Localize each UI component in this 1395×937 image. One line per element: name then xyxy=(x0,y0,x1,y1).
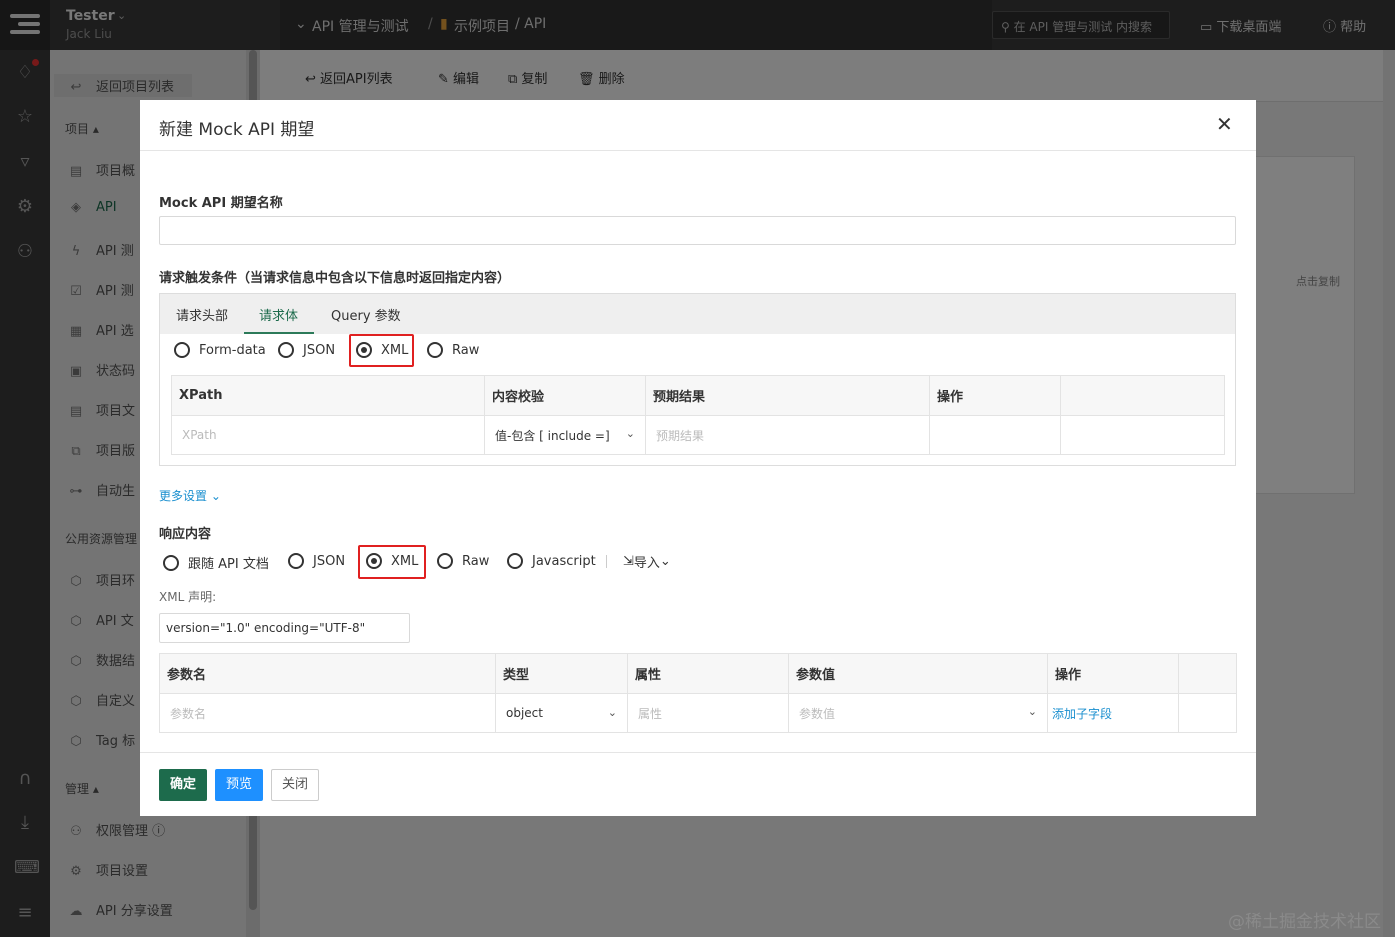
column-header: XPath xyxy=(171,375,485,416)
response-params-table: 参数名 类型 属性 参数值 操作 参数名 object ⌄ 属性 参数值 ⌄ 添加子… xyxy=(159,653,1237,733)
import-dropdown[interactable]: ⇲ 导入 ⌄ xyxy=(623,552,671,571)
import-icon: ⇲ xyxy=(623,554,634,569)
column-header xyxy=(1178,653,1237,694)
empty-cell xyxy=(1178,693,1237,733)
name-label: Mock API 期望名称 xyxy=(159,196,283,211)
confirm-button[interactable]: 确定 xyxy=(159,769,208,801)
radio-circle xyxy=(427,342,443,358)
trigger-tabs: 请求头部 请求体 Query 参数 xyxy=(160,294,1235,334)
close-icon[interactable]: ✕ xyxy=(1216,112,1233,136)
column-header: 类型 xyxy=(495,653,628,694)
radio-json[interactable]: JSON xyxy=(278,342,335,358)
column-header: 操作 xyxy=(1047,653,1179,694)
xpath-input[interactable]: XPath xyxy=(171,415,485,455)
radio-circle xyxy=(288,553,304,569)
trigger-label: 请求触发条件（当请求信息中包含以下信息时返回指定内容） xyxy=(159,271,511,286)
mock-api-modal: 新建 Mock API 期望 ✕ Mock API 期望名称 请求触发条件（当请… xyxy=(140,100,1256,816)
divider xyxy=(606,555,607,568)
column-header: 操作 xyxy=(929,375,1061,416)
more-settings-link[interactable]: 更多设置 ⌄ xyxy=(159,487,221,504)
radio-raw[interactable]: Raw xyxy=(427,342,479,358)
param-name-input[interactable]: 参数名 xyxy=(159,693,496,733)
modal-header: 新建 Mock API 期望 ✕ xyxy=(140,100,1256,151)
radio-raw[interactable]: Raw xyxy=(437,553,489,569)
mock-name-input[interactable] xyxy=(159,216,1236,245)
attr-input[interactable]: 属性 xyxy=(627,693,789,733)
radio-form-data[interactable]: Form-data xyxy=(174,342,266,358)
response-label: 响应内容 xyxy=(159,527,212,542)
add-child-field-link[interactable]: 添加子字段 xyxy=(1052,707,1112,721)
trigger-panel: 请求头部 请求体 Query 参数 Form-data JSON XML Raw… xyxy=(159,293,1236,466)
empty-cell xyxy=(1060,415,1225,455)
radio-circle xyxy=(163,554,179,571)
radio-circle xyxy=(437,553,453,569)
radio-circle xyxy=(174,342,190,358)
column-header: 内容校验 xyxy=(484,375,646,416)
xpath-table: XPath 内容校验 预期结果 操作 XPath 值-包含 [ include … xyxy=(171,375,1225,455)
expected-input[interactable]: 预期结果 xyxy=(645,415,930,455)
radio-circle xyxy=(507,553,523,569)
table-row: XPath 值-包含 [ include =] ⌄ 预期结果 xyxy=(171,415,1225,455)
modal-footer: 确定 预览 关闭 xyxy=(140,752,1256,816)
radio-follow-api-doc[interactable]: 跟随 API 文档 xyxy=(163,553,269,572)
radio-javascript[interactable]: Javascript xyxy=(507,553,596,569)
chevron-down-icon: ⌄ xyxy=(607,706,617,719)
watermark: @稀土掘金技术社区 xyxy=(1228,912,1381,932)
radio-circle xyxy=(278,342,294,358)
column-header: 预期结果 xyxy=(645,375,930,416)
chevron-down-icon: ⌄ xyxy=(625,426,635,440)
type-select[interactable]: object ⌄ xyxy=(495,693,628,733)
check-select[interactable]: 值-包含 [ include =] ⌄ xyxy=(484,415,646,455)
chevron-down-icon: ⌄ xyxy=(210,489,221,503)
xml-declaration-input[interactable]: version="1.0" encoding="UTF-8" xyxy=(159,613,410,643)
tab-query-params[interactable]: Query 参数 xyxy=(331,305,401,324)
radio-json[interactable]: JSON xyxy=(288,553,345,569)
tab-request-body[interactable]: 请求体 xyxy=(259,305,298,324)
column-header: 属性 xyxy=(627,653,789,694)
preview-button[interactable]: 预览 xyxy=(215,769,264,801)
action-cell: 添加子字段 xyxy=(1047,693,1179,733)
column-header xyxy=(1060,375,1225,416)
chevron-down-icon: ⌄ xyxy=(659,554,671,569)
highlight-box xyxy=(349,334,414,367)
tab-request-headers[interactable]: 请求头部 xyxy=(176,305,228,324)
column-header: 参数值 xyxy=(788,653,1048,694)
param-value-select[interactable]: 参数值 ⌄ xyxy=(788,693,1048,733)
column-header: 参数名 xyxy=(159,653,496,694)
xml-declaration-label: XML 声明: xyxy=(159,590,217,604)
highlight-box xyxy=(358,545,426,579)
table-row: 参数名 object ⌄ 属性 参数值 ⌄ 添加子字段 xyxy=(159,693,1237,733)
active-tab-indicator xyxy=(244,332,314,334)
close-button[interactable]: 关闭 xyxy=(271,769,320,801)
chevron-down-icon: ⌄ xyxy=(1027,704,1037,718)
action-cell xyxy=(929,415,1061,455)
modal-title: 新建 Mock API 期望 xyxy=(159,120,315,140)
